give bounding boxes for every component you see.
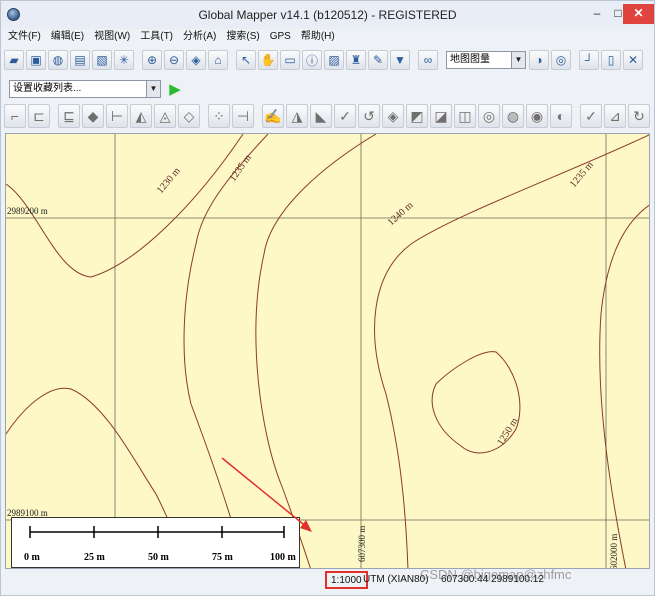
map-icon[interactable]: ◑: [529, 50, 549, 70]
view-list-dropdown[interactable]: 设置收藏列表... ▼: [9, 80, 161, 98]
contour-line: [599, 204, 649, 568]
area-icon[interactable]: ⊑: [58, 104, 80, 128]
menu-help[interactable]: 帮助(H): [296, 29, 340, 45]
line-icon[interactable]: ⊏: [28, 104, 50, 128]
node-icon[interactable]: ◍: [502, 104, 524, 128]
contour-label: 1250 m: [495, 416, 520, 448]
chevron-down-icon[interactable]: ▼: [146, 81, 160, 97]
scale-tick-label: 75 m: [212, 552, 234, 563]
grid-icon[interactable]: ◇: [178, 104, 200, 128]
chevron-down-icon[interactable]: ▼: [511, 52, 525, 68]
rotate-icon[interactable]: ↺: [358, 104, 380, 128]
measure-icon[interactable]: ▭: [280, 50, 300, 70]
vertex-icon[interactable]: ◪: [430, 104, 452, 128]
layers-icon[interactable]: ▤: [70, 50, 90, 70]
doc-icon[interactable]: ▯: [601, 50, 621, 70]
save-icon[interactable]: ▣: [26, 50, 46, 70]
home-icon[interactable]: ⌂: [208, 50, 228, 70]
redo-draw-icon[interactable]: ✓: [580, 104, 602, 128]
open-folder-icon[interactable]: ▰: [4, 50, 24, 70]
move-icon[interactable]: ✓: [334, 104, 356, 128]
zoom-out-icon[interactable]: ⊖: [164, 50, 184, 70]
vector-icon[interactable]: ✍: [262, 104, 284, 128]
view-toolbar: 设置收藏列表... ▼ ▶: [4, 76, 204, 102]
draw-icon[interactable]: ⌐: [4, 104, 26, 128]
zoom-in-icon[interactable]: ⊕: [142, 50, 162, 70]
camera-icon[interactable]: ◎: [551, 50, 571, 70]
main-toolbar: ▰ ▣ ◍ ▤ ▧ ✳ ⊕ ⊖ ◈ ⌂ ↖ ✋ ▭ ⓘ ▨ ♜ ✎ ▼ ∞ 地图…: [4, 47, 652, 73]
undo-draw-icon[interactable]: ◐: [550, 104, 572, 128]
menu-gps[interactable]: GPS: [265, 29, 296, 45]
minimize-button[interactable]: –: [586, 4, 608, 24]
window-title: Global Mapper v14.1 (b120512) - REGISTER…: [198, 8, 457, 22]
split-icon[interactable]: ◩: [406, 104, 428, 128]
contour-label: 1235 m: [227, 152, 254, 183]
scale-tick-label: 50 m: [148, 552, 170, 563]
contour-label: 1240 m: [386, 200, 416, 229]
watermark: CSDN @bigemap@zhfmc: [420, 567, 572, 582]
shape-icon[interactable]: ◫: [454, 104, 476, 128]
menu-tools[interactable]: 工具(T): [135, 29, 178, 45]
info-icon[interactable]: ⓘ: [302, 50, 322, 70]
config-icon[interactable]: ▧: [92, 50, 112, 70]
contour-label: 1235 m: [568, 159, 596, 189]
binoculars-icon[interactable]: ∞: [418, 50, 438, 70]
grid-label: 2989200 m: [7, 206, 48, 216]
title-bar: Global Mapper v14.1 (b120512) - REGISTER…: [1, 1, 654, 29]
map-style-value: 地图图量: [450, 54, 490, 65]
map-style-dropdown[interactable]: 地图图量 ▼: [446, 51, 526, 69]
scale-tick-label: 100 m: [270, 552, 297, 563]
tin-icon[interactable]: ◬: [154, 104, 176, 128]
pan-icon[interactable]: ✋: [258, 50, 278, 70]
buffer-icon[interactable]: ◎: [478, 104, 500, 128]
projection-status: UTM (XIAN80): [363, 574, 429, 585]
point-icon[interactable]: ⁘: [208, 104, 230, 128]
feature-icon[interactable]: ⊣: [232, 104, 254, 128]
map-canvas[interactable]: 1230 m 1235 m 1240 m 1235 m 1250 m 29892…: [5, 133, 650, 569]
star-icon[interactable]: ✳: [114, 50, 134, 70]
app-window: Global Mapper v14.1 (b120512) - REGISTER…: [0, 0, 655, 596]
select-icon[interactable]: ↖: [236, 50, 256, 70]
menu-search[interactable]: 搜索(S): [221, 29, 264, 45]
contour-icon[interactable]: ⊢: [106, 104, 128, 128]
grid-label: 607300 m: [357, 526, 367, 562]
cut-icon[interactable]: ◣: [310, 104, 332, 128]
shade-icon[interactable]: ◭: [130, 104, 152, 128]
tower-icon[interactable]: ♜: [346, 50, 366, 70]
terrain-icon[interactable]: ◆: [82, 104, 104, 128]
contour-line: [255, 134, 377, 568]
scale-tick-label: 25 m: [84, 552, 106, 563]
filter-icon[interactable]: ▼: [390, 50, 410, 70]
merge-icon[interactable]: ◈: [382, 104, 404, 128]
contour-line: [374, 134, 649, 568]
graph-icon[interactable]: ┘: [579, 50, 599, 70]
menu-file[interactable]: 文件(F): [3, 29, 46, 45]
digitizer-toolbar: ⌐ ⊏ ⊑ ◆ ⊢ ◭ ◬ ◇ ⁘ ⊣ ✍ ◮ ◣ ✓ ↺ ◈ ◩ ◪ ◫ ◎ …: [4, 101, 652, 131]
menu-analysis[interactable]: 分析(A): [178, 29, 221, 45]
edit-icon[interactable]: ✎: [368, 50, 388, 70]
scale-bar: 0 m 25 m 50 m 75 m 100 m: [11, 517, 300, 568]
contour-label: 1230 m: [155, 165, 183, 195]
play-icon[interactable]: ▶: [166, 80, 184, 98]
menu-edit[interactable]: 编辑(E): [46, 29, 89, 45]
tool-icon[interactable]: ⊿: [604, 104, 626, 128]
close-button[interactable]: ✕: [623, 4, 654, 24]
digitize-icon[interactable]: ◮: [286, 104, 308, 128]
menu-view[interactable]: 视图(W): [89, 29, 135, 45]
export-icon[interactable]: ✕: [623, 50, 643, 70]
snap-icon[interactable]: ◉: [526, 104, 548, 128]
zoom-extent-icon[interactable]: ◈: [186, 50, 206, 70]
scale-tick-label: 0 m: [24, 552, 41, 563]
path-icon[interactable]: ↻: [628, 104, 650, 128]
view-list-value: 设置收藏列表...: [13, 83, 82, 94]
map-scale-status: 1:1000: [325, 571, 368, 589]
globe-icon[interactable]: ◍: [48, 50, 68, 70]
menu-bar: 文件(F) 编辑(E) 视图(W) 工具(T) 分析(A) 搜索(S) GPS …: [3, 29, 653, 45]
contour-map: 1230 m 1235 m 1240 m 1235 m 1250 m 29892…: [6, 134, 649, 569]
grid-label: 602000 m: [609, 534, 619, 569]
contour-line: [183, 134, 269, 568]
image-icon[interactable]: ▨: [324, 50, 344, 70]
